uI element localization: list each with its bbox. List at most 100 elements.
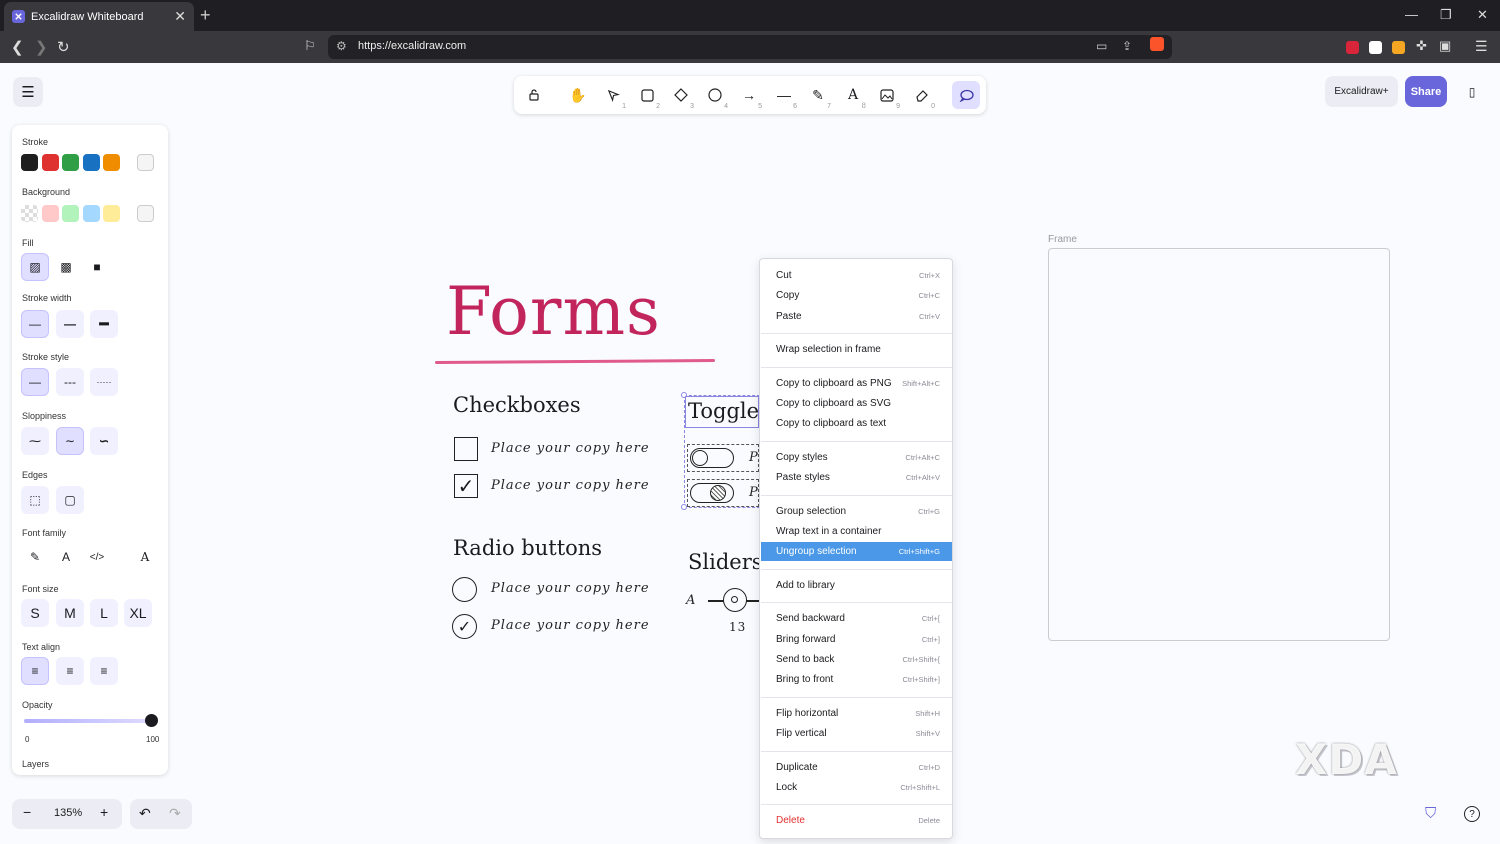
opacity-slider-track[interactable] [24, 719, 152, 723]
hand-icon[interactable]: ✋ [564, 81, 592, 109]
menu-item-bring-to-front[interactable]: Bring to front Ctrl+Shift+] [761, 670, 952, 689]
background-color-swatch[interactable] [21, 205, 38, 222]
fill-hachure-icon[interactable]: ▨ [21, 253, 49, 281]
maximize-icon[interactable]: ❐ [1440, 7, 1452, 23]
comment-icon[interactable] [952, 81, 980, 109]
font-normal-icon[interactable]: A [52, 543, 80, 571]
back-icon[interactable]: ❮ [11, 38, 24, 56]
menu-item-duplicate[interactable]: Duplicate Ctrl+D [761, 758, 952, 777]
menu-item-copy-to-clipboard-as-text[interactable]: Copy to clipboard as text [761, 414, 952, 433]
background-color-swatch[interactable] [62, 205, 79, 222]
menu-item-add-to-library[interactable]: Add to library [761, 576, 952, 595]
share-page-icon[interactable]: ⇪ [1122, 39, 1132, 53]
main-menu-button[interactable]: ☰ [13, 77, 43, 107]
align-center-icon[interactable]: ≡ [56, 657, 84, 685]
ellipse-icon[interactable]: 4 [701, 81, 729, 110]
radio-unchecked[interactable] [452, 577, 477, 602]
shield-icon[interactable]: ⛉ [1425, 805, 1436, 822]
cast-icon[interactable]: ▭ [1096, 39, 1107, 53]
help-button[interactable]: ? [1457, 799, 1487, 829]
sloppiness-cartoonist-icon[interactable]: ∽ [90, 427, 118, 455]
checkbox-unchecked[interactable] [454, 437, 478, 461]
sloppiness-artist-icon[interactable]: ∼ [56, 427, 84, 455]
stroke-color-swatch[interactable] [83, 154, 100, 171]
menu-item-group-selection[interactable]: Group selection Ctrl+G [761, 502, 952, 521]
menu-item-wrap-selection-in-frame[interactable]: Wrap selection in frame [761, 340, 952, 359]
slider-label-a[interactable]: A [686, 593, 696, 608]
undo-icon[interactable]: ↶ [139, 805, 151, 822]
toggle-copy-text[interactable]: P [749, 485, 759, 500]
font-size-medium[interactable]: M [56, 599, 84, 627]
menu-item-copy[interactable]: Copy Ctrl+C [761, 286, 952, 305]
menu-item-send-to-back[interactable]: Send to back Ctrl+Shift+[ [761, 650, 952, 669]
font-code-icon[interactable]: </> [83, 543, 111, 571]
extension-icon[interactable] [1392, 41, 1405, 54]
notion-icon[interactable] [1369, 41, 1382, 54]
close-tab-icon[interactable]: ✕ [174, 8, 186, 25]
diamond-icon[interactable]: 3 [667, 81, 695, 110]
font-hand-drawn-icon[interactable]: ✎ [21, 543, 49, 571]
background-color-swatch[interactable] [103, 205, 120, 222]
browser-tab[interactable]: Excalidraw Whiteboard ✕ [4, 2, 194, 31]
rectangle-icon[interactable]: 2 [633, 81, 661, 110]
stroke-color-swatch[interactable] [62, 154, 79, 171]
selection-icon[interactable]: 1 [599, 81, 627, 110]
toggle-heading[interactable]: Toggle [688, 399, 759, 423]
brave-shield-icon[interactable] [1150, 37, 1164, 51]
stroke-solid-icon[interactable]: — [21, 368, 49, 396]
stroke-thin-icon[interactable]: — [21, 310, 49, 338]
menu-item-copy-to-clipboard-as-svg[interactable]: Copy to clipboard as SVG [761, 394, 952, 413]
address-bar[interactable]: ⚙ https://excalidraw.com ▭ ⇪ [328, 35, 1172, 59]
background-color-swatch[interactable] [42, 205, 59, 222]
reload-icon[interactable]: ↻ [57, 38, 70, 56]
toggle-copy-text[interactable]: P [749, 450, 759, 465]
minimize-icon[interactable]: — [1405, 7, 1418, 22]
menu-item-paste[interactable]: Paste Ctrl+V [761, 307, 952, 326]
menu-item-wrap-text-in-a-container[interactable]: Wrap text in a container [761, 522, 952, 541]
frame[interactable] [1048, 248, 1390, 641]
toggle-off-knob[interactable] [692, 450, 708, 466]
stroke-dashed-icon[interactable]: --- [56, 368, 84, 396]
bookmark-icon[interactable]: ⚐ [304, 38, 316, 54]
zoom-level[interactable]: 135% [54, 807, 82, 819]
align-right-icon[interactable]: ≡ [90, 657, 118, 685]
menu-item-lock[interactable]: Lock Ctrl+Shift+L [761, 778, 952, 797]
stroke-color-swatch[interactable] [42, 154, 59, 171]
color-picker-icon[interactable] [137, 154, 154, 171]
menu-item-flip-horizontal[interactable]: Flip horizontal Shift+H [761, 704, 952, 723]
menu-item-paste-styles[interactable]: Paste styles Ctrl+Alt+V [761, 468, 952, 487]
menu-item-bring-forward[interactable]: Bring forward Ctrl+] [761, 630, 952, 649]
extension-icon[interactable] [1346, 41, 1359, 54]
color-picker-icon[interactable] [137, 205, 154, 222]
align-left-icon[interactable]: ≡ [21, 657, 49, 685]
share-button[interactable]: Share [1405, 76, 1447, 107]
browser-menu-icon[interactable]: ☰ [1475, 38, 1488, 55]
canvas-title[interactable]: Forms [446, 273, 661, 350]
pencil-icon[interactable]: ✎ 7 [804, 81, 832, 111]
checkboxes-heading[interactable]: Checkboxes [453, 393, 581, 417]
font-size-small[interactable]: S [21, 599, 49, 627]
stroke-color-swatch[interactable] [21, 154, 38, 171]
image-icon[interactable]: 9 [873, 81, 901, 110]
text-icon[interactable]: A8 [839, 81, 867, 110]
radio-copy-text[interactable]: Place your copy here [491, 618, 650, 633]
library-sidebar-button[interactable]: ▯ [1458, 76, 1486, 107]
edges-sharp-icon[interactable]: ⬚ [21, 486, 49, 514]
menu-item-cut[interactable]: Cut Ctrl+X [761, 266, 952, 285]
menu-item-send-backward[interactable]: Send backward Ctrl+[ [761, 609, 952, 628]
lock-icon[interactable] [520, 81, 548, 109]
forward-icon[interactable]: ❯ [35, 38, 48, 56]
font-size-large[interactable]: L [90, 599, 118, 627]
opacity-slider-handle[interactable] [145, 714, 158, 727]
font-size-xl[interactable]: XL [124, 599, 152, 627]
frame-label[interactable]: Frame [1048, 234, 1077, 245]
close-window-icon[interactable]: ✕ [1477, 7, 1488, 23]
line-icon[interactable]: —6 [770, 81, 798, 110]
menu-item-copy-to-clipboard-as-png[interactable]: Copy to clipboard as PNG Shift+Alt+C [761, 374, 952, 393]
menu-item-copy-styles[interactable]: Copy styles Ctrl+Alt+C [761, 448, 952, 467]
zoom-in-icon[interactable]: + [100, 804, 108, 820]
menu-item-ungroup-selection[interactable]: Ungroup selection Ctrl+Shift+G [761, 542, 952, 562]
eraser-icon[interactable]: 0 [908, 81, 936, 110]
sidebar-icon[interactable]: ▣ [1439, 38, 1451, 54]
sloppiness-architect-icon[interactable]: ⁓ [21, 427, 49, 455]
